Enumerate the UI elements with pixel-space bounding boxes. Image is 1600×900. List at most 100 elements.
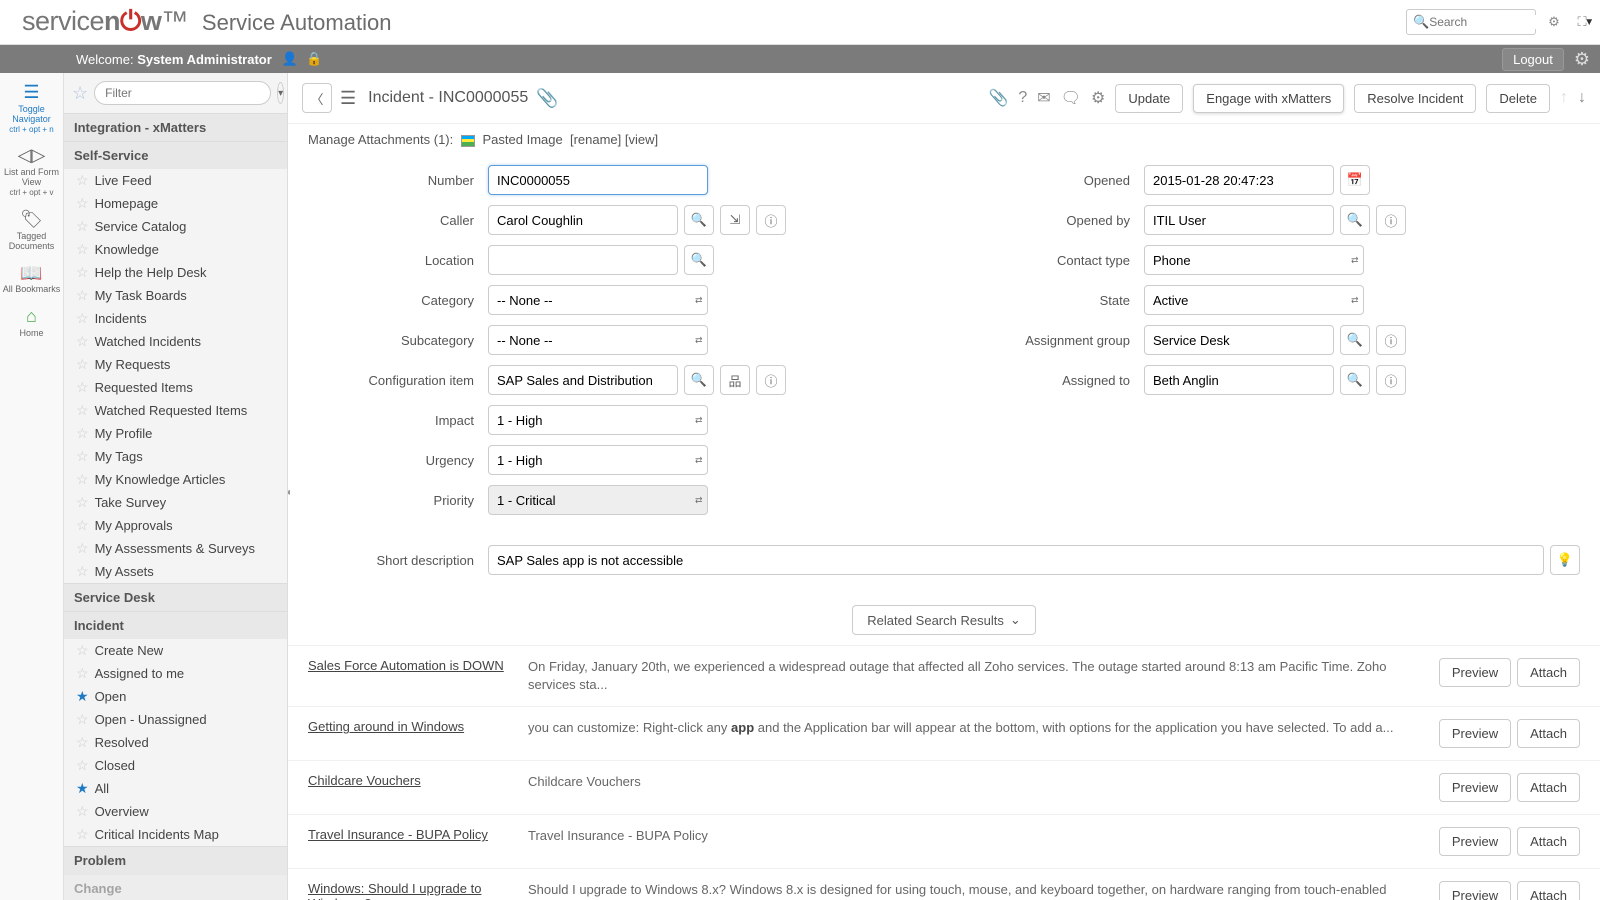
location-lookup-icon[interactable]: 🔍 <box>684 245 714 275</box>
favorite-icon[interactable]: ☆ <box>76 379 89 396</box>
related-search-toggle[interactable]: Related Search Results ⌄ <box>852 605 1035 635</box>
nav-item[interactable]: ☆My Tags <box>64 445 287 468</box>
favorite-icon[interactable]: ☆ <box>76 734 89 751</box>
attach-button[interactable]: Attach <box>1517 658 1580 687</box>
rail-toggle-navigator[interactable]: ☰ Toggle Navigator ctrl + opt + n <box>0 77 63 140</box>
attachment-view-link[interactable]: [view] <box>625 132 658 147</box>
opened-field[interactable] <box>1144 165 1334 195</box>
attachment-name[interactable]: Pasted Image <box>483 132 563 147</box>
next-record-icon[interactable]: ↓ <box>1578 89 1586 107</box>
user-icon[interactable]: 👤 <box>282 51 298 67</box>
nav-item[interactable]: ☆Knowledge <box>64 238 287 261</box>
nav-item[interactable]: ☆My Assets <box>64 560 287 583</box>
attach-button[interactable]: Attach <box>1517 773 1580 802</box>
favorite-icon[interactable]: ☆ <box>76 540 89 557</box>
expand-icon[interactable]: ⛶ <box>1572 14 1592 30</box>
nav-section-integration[interactable]: Integration - xMatters <box>64 113 287 141</box>
lock-icon[interactable]: 🔒 <box>306 51 322 67</box>
assignto-lookup-icon[interactable]: 🔍 <box>1340 365 1370 395</box>
favorite-icon[interactable]: ☆ <box>76 471 89 488</box>
favorite-icon[interactable]: ☆ <box>76 642 89 659</box>
attachment-header-icon[interactable]: 📎 <box>536 88 558 109</box>
assignto-info-icon[interactable]: ⓘ <box>1376 365 1406 395</box>
back-button[interactable]: 〈 <box>302 83 332 113</box>
nav-section-servicedesk[interactable]: Service Desk <box>64 583 287 611</box>
favorite-icon[interactable]: ☆ <box>76 665 89 682</box>
caller-field[interactable] <box>488 205 678 235</box>
assigned-to-field[interactable] <box>1144 365 1334 395</box>
nav-item[interactable]: ☆My Profile <box>64 422 287 445</box>
favorite-icon[interactable]: ☆ <box>76 563 89 580</box>
attach-button[interactable]: Attach <box>1517 827 1580 856</box>
nav-item[interactable]: ☆Watched Incidents <box>64 330 287 353</box>
result-title-link[interactable]: Travel Insurance - BUPA Policy <box>308 827 508 842</box>
ci-lookup-icon[interactable]: 🔍 <box>684 365 714 395</box>
assigngrp-lookup-icon[interactable]: 🔍 <box>1340 325 1370 355</box>
openedby-info-icon[interactable]: ⓘ <box>1376 205 1406 235</box>
update-button[interactable]: Update <box>1115 84 1183 113</box>
opened-calendar-icon[interactable]: 📅 <box>1340 165 1370 195</box>
preview-button[interactable]: Preview <box>1439 658 1511 687</box>
nav-item[interactable]: ☆Create New <box>64 639 287 662</box>
favorite-icon[interactable]: ☆ <box>76 826 89 843</box>
preview-button[interactable]: Preview <box>1439 719 1511 748</box>
assignment-group-field[interactable] <box>1144 325 1334 355</box>
gear-icon[interactable]: ⚙ <box>1574 49 1590 70</box>
logout-button[interactable]: Logout <box>1502 48 1564 71</box>
result-title-link[interactable]: Sales Force Automation is DOWN <box>308 658 508 673</box>
favorite-icon[interactable]: ★ <box>76 780 89 797</box>
favorite-icon[interactable]: ☆ <box>76 425 89 442</box>
navigator-filter-input[interactable] <box>94 81 271 105</box>
openedby-lookup-icon[interactable]: 🔍 <box>1340 205 1370 235</box>
nav-section-problem[interactable]: Problem <box>64 846 287 874</box>
nav-item[interactable]: ☆Requested Items <box>64 376 287 399</box>
favorite-icon[interactable]: ☆ <box>76 711 89 728</box>
nav-item[interactable]: ☆Assigned to me <box>64 662 287 685</box>
nav-item[interactable]: ☆Closed <box>64 754 287 777</box>
contact-type-select[interactable]: Phone <box>1144 245 1364 275</box>
previous-record-icon[interactable]: ↑ <box>1560 89 1568 107</box>
ci-info-icon[interactable]: ⓘ <box>756 365 786 395</box>
caller-lookup-icon[interactable]: 🔍 <box>684 205 714 235</box>
favorite-icon[interactable]: ☆ <box>76 803 89 820</box>
nav-item[interactable]: ☆My Requests <box>64 353 287 376</box>
result-title-link[interactable]: Getting around in Windows <box>308 719 508 734</box>
favorite-icon[interactable]: ☆ <box>76 356 89 373</box>
nav-item[interactable]: ☆Open - Unassigned <box>64 708 287 731</box>
favorite-icon[interactable]: ☆ <box>76 494 89 511</box>
nav-item[interactable]: ★Open <box>64 685 287 708</box>
shortdesc-suggestion-icon[interactable]: 💡 <box>1550 545 1580 575</box>
nav-item[interactable]: ☆Overview <box>64 800 287 823</box>
favorite-star-icon[interactable]: ☆ <box>72 83 88 104</box>
resolve-incident-button[interactable]: Resolve Incident <box>1354 84 1476 113</box>
favorite-icon[interactable]: ☆ <box>76 757 89 774</box>
nav-item[interactable]: ★All <box>64 777 287 800</box>
nav-section-incident[interactable]: Incident <box>64 611 287 639</box>
favorite-icon[interactable]: ☆ <box>76 264 89 281</box>
rail-list-form-view[interactable]: ◁▷ List and Form View ctrl + opt + v <box>0 140 63 203</box>
nav-item[interactable]: ☆My Task Boards <box>64 284 287 307</box>
nav-section-change[interactable]: Change <box>64 874 287 900</box>
category-select[interactable]: -- None -- <box>488 285 708 315</box>
favorite-icon[interactable]: ☆ <box>76 333 89 350</box>
nav-item[interactable]: ☆Live Feed <box>64 169 287 192</box>
nav-item[interactable]: ☆Homepage <box>64 192 287 215</box>
preview-button[interactable]: Preview <box>1439 827 1511 856</box>
attach-button[interactable]: Attach <box>1517 881 1580 900</box>
form-menu-icon[interactable]: ☰ <box>340 88 356 109</box>
favorite-icon[interactable]: ☆ <box>76 402 89 419</box>
ci-field[interactable] <box>488 365 678 395</box>
short-description-field[interactable] <box>488 545 1544 575</box>
nav-item[interactable]: ☆Resolved <box>64 731 287 754</box>
attach-button[interactable]: Attach <box>1517 719 1580 748</box>
openedby-field[interactable] <box>1144 205 1334 235</box>
nav-item[interactable]: ☆My Assessments & Surveys <box>64 537 287 560</box>
nav-section-selfservice[interactable]: Self-Service <box>64 141 287 169</box>
location-field[interactable] <box>488 245 678 275</box>
priority-select[interactable]: 1 - Critical <box>488 485 708 515</box>
email-icon[interactable]: ✉ <box>1037 88 1050 108</box>
urgency-select[interactable]: 1 - High <box>488 445 708 475</box>
impact-select[interactable]: 1 - High <box>488 405 708 435</box>
number-field[interactable] <box>488 165 708 195</box>
preview-button[interactable]: Preview <box>1439 773 1511 802</box>
